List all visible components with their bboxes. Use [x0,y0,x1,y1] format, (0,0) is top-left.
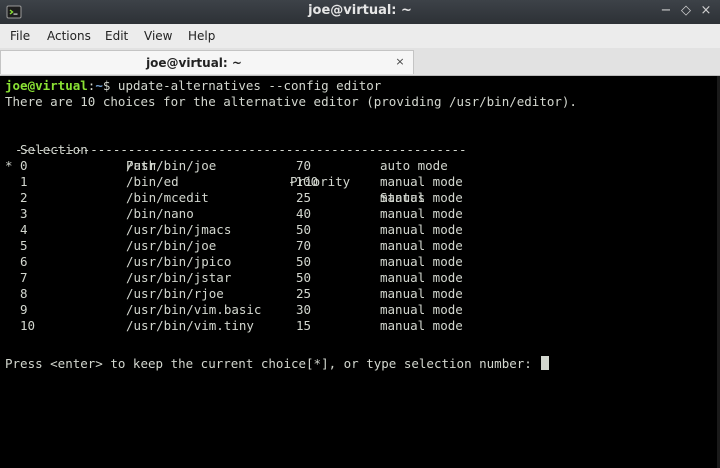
close-icon[interactable]: × [393,55,407,69]
row-marker: * [5,158,13,173]
row-selection: 0 [20,158,28,173]
row-status: manual mode [380,174,463,189]
row-status: manual mode [380,286,463,301]
row-selection: 7 [20,270,28,285]
command-line: joe@virtual:~$ update-alternatives --con… [5,78,381,94]
menu-edit[interactable]: Edit [105,29,128,43]
title-bar[interactable]: joe@virtual: ~ − ◇ × [0,0,720,24]
prompt-user: joe@virtual [5,78,88,93]
row-path: /usr/bin/vim.basic [126,302,262,317]
row-status: manual mode [380,254,463,269]
row-path: /usr/bin/joe [126,238,217,253]
maximize-icon[interactable]: ◇ [680,3,692,18]
menu-actions[interactable]: Actions [47,29,91,43]
table-row: 10/usr/bin/vim.tiny 15 manual mode [5,318,705,334]
input-prompt: Press <enter> to keep the current choice… [5,356,540,371]
table-row: 9/usr/bin/vim.basic 30 manual mode [5,302,705,318]
row-path: /usr/bin/jmacs [126,222,232,237]
terminal-output[interactable]: joe@virtual:~$ update-alternatives --con… [0,76,720,468]
menu-view[interactable]: View [144,29,172,43]
table-divider: ----------------------------------------… [15,142,467,157]
table-row: 2/bin/mcedit 25 manual mode [5,190,705,206]
table-row: 7/usr/bin/jstar 50 manual mode [5,270,705,286]
table-row: 8/usr/bin/rjoe 25 manual mode [5,286,705,302]
window-title: joe@virtual: ~ [308,3,412,18]
row-priority: 15 [296,318,312,333]
row-selection: 10 [20,318,36,333]
prompt-symbol: $ [102,78,118,93]
row-selection: 8 [20,286,28,301]
tab-label: joe@virtual: ~ [146,56,242,70]
row-priority: 50 [296,270,312,285]
row-path: /bin/mcedit [126,190,209,205]
row-priority: -100 [288,174,319,189]
row-path: /usr/bin/jpico [126,254,232,269]
row-path: /bin/nano [126,206,194,221]
menu-file[interactable]: File [10,29,30,43]
row-status: manual mode [380,318,463,333]
row-priority: 40 [296,206,312,221]
table-row: 4/usr/bin/jmacs 50 manual mode [5,222,705,238]
row-status: manual mode [380,270,463,285]
row-priority: 70 [296,238,312,253]
tab-terminal[interactable]: joe@virtual: ~ × [0,50,414,74]
cursor [541,356,550,370]
table-row: 6/usr/bin/jpico 50 manual mode [5,254,705,270]
row-priority: 30 [296,302,312,317]
row-selection: 4 [20,222,28,237]
command-text: update-alternatives --config editor [117,78,382,93]
row-path: /usr/bin/rjoe [126,286,224,301]
row-status: manual mode [380,190,463,205]
row-priority: 50 [296,222,312,237]
row-path: /bin/ed [126,174,179,189]
prompt-path: ~ [95,78,103,93]
row-priority: 25 [296,190,312,205]
info-line: There are 10 choices for the alternative… [5,94,577,109]
row-priority: 70 [296,158,312,173]
row-status: auto mode [380,158,448,173]
row-selection: 6 [20,254,28,269]
row-path: /usr/bin/vim.tiny [126,318,254,333]
table-row: 3/bin/nano 40 manual mode [5,206,705,222]
terminal-window: joe@virtual: ~ − ◇ × File Actions Edit V… [0,0,720,468]
row-selection: 1 [20,174,28,189]
row-status: manual mode [380,302,463,317]
close-icon[interactable]: × [700,3,712,18]
row-selection: 2 [20,190,28,205]
menu-bar: File Actions Edit View Help [0,24,720,49]
input-line[interactable]: Press <enter> to keep the current choice… [5,356,550,372]
table-row: * 0/usr/bin/joe 70 auto mode [5,158,705,174]
row-priority: 50 [296,254,312,269]
table-row: 5/usr/bin/joe 70 manual mode [5,238,705,254]
row-status: manual mode [380,206,463,221]
row-selection: 3 [20,206,28,221]
row-status: manual mode [380,222,463,237]
table-row: 1/bin/ed -100 manual mode [5,174,705,190]
row-selection: 9 [20,302,28,317]
minimize-icon[interactable]: − [660,3,672,18]
row-selection: 5 [20,238,28,253]
row-status: manual mode [380,238,463,253]
menu-help[interactable]: Help [188,29,215,43]
row-path: /usr/bin/jstar [126,270,232,285]
table-header: Selection Path Priority Status [5,126,705,205]
row-priority: 25 [296,286,312,301]
tab-bar: joe@virtual: ~ × [0,48,720,76]
row-path: /usr/bin/joe [126,158,217,173]
